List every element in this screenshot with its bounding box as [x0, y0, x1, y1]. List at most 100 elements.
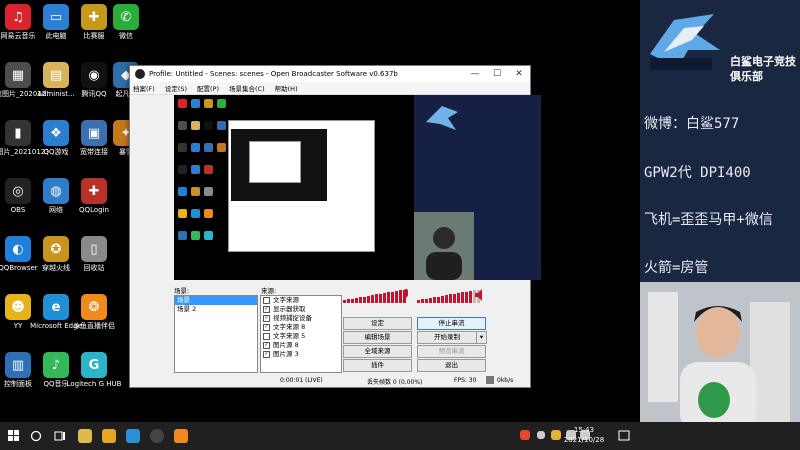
desktop-icon-label: 斗鱼直播伴侣 [73, 322, 115, 330]
source-checkbox[interactable]: ✓ [263, 305, 270, 313]
volume-bar [347, 299, 350, 303]
tray-sogou-icon[interactable] [520, 430, 530, 440]
preview-nested-window-2 [249, 141, 301, 183]
preview-nested-screen [231, 129, 327, 201]
sources-list[interactable]: 文字来源 ✓ 显示器获取 ✓ 视频捕捉设备 ✓ 文字来源 8 文字来源 5 ✓ 图片源 8 ✓ 图片源… [260, 295, 342, 373]
volume-bar [437, 296, 440, 303]
source-checkbox[interactable]: ✓ [263, 350, 270, 358]
volume-bar [425, 298, 428, 303]
edit-scene-button[interactable]: 编辑场景 [343, 331, 412, 344]
search-icon[interactable] [30, 430, 42, 442]
desktop-icon[interactable]: ✚ QQLogin [64, 178, 124, 215]
source-item[interactable]: 文字来源 [261, 296, 341, 305]
menu-scene-collection[interactable]: 场景集合(C) [229, 83, 265, 93]
preview-desktop-icon [191, 99, 200, 108]
source-checkbox[interactable] [263, 332, 270, 340]
preview-desktop-icon [178, 231, 187, 240]
scene-item[interactable]: 场景 2 [175, 305, 257, 314]
global-sources-button[interactable]: 全域来源 [343, 345, 412, 358]
source-checkbox[interactable]: ✓ [263, 314, 270, 322]
preview-desktop-icon [191, 209, 200, 218]
douyu-taskbar-icon[interactable] [174, 429, 188, 443]
desktop-app-icon: ❂ [81, 294, 107, 320]
volume-bar [421, 299, 424, 303]
preview-desktop-icon [178, 143, 187, 152]
source-checkbox[interactable]: ✓ [263, 323, 270, 331]
menu-profile[interactable]: 配置(P) [197, 83, 219, 93]
mic-volume-meter[interactable] [343, 289, 406, 303]
volume-bar [387, 292, 390, 303]
preview-desktop-icon [204, 99, 213, 108]
desktop-icon[interactable]: ❂ 斗鱼直播伴侣 [64, 294, 124, 331]
maximize-icon[interactable]: ☐ [486, 69, 508, 79]
menu-settings[interactable]: 设定(S) [165, 83, 187, 93]
volume-bar [465, 291, 468, 303]
source-label: 文字来源 [273, 296, 299, 304]
preview-desktop-icon [204, 165, 213, 174]
edge-taskbar-icon[interactable] [126, 429, 140, 443]
microphone-icon[interactable] [401, 288, 411, 302]
minimize-icon[interactable]: — [464, 69, 486, 79]
volume-bar [383, 293, 386, 303]
source-item[interactable]: ✓ 文字来源 8 [261, 323, 341, 332]
shark-logo-icon [650, 14, 720, 70]
file-explorer-icon[interactable] [78, 429, 92, 443]
desktop-icon[interactable]: G Logitech G HUB [64, 352, 124, 389]
exit-button[interactable]: 退出 [417, 359, 486, 372]
record-dropdown-button[interactable]: ▾ [476, 331, 487, 344]
obs-window[interactable]: Profile: Untitled - Scenes: scenes - Ope… [129, 65, 541, 388]
preview-desktop-icon [178, 99, 187, 108]
source-item[interactable]: ✓ 视频捕捉设备 [261, 314, 341, 323]
task-view-icon[interactable] [54, 430, 66, 442]
preview-desktop-icon [191, 143, 200, 152]
settings-button[interactable]: 设定 [343, 317, 412, 330]
source-checkbox[interactable]: ✓ [263, 341, 270, 349]
source-item[interactable]: 文字来源 5 [261, 332, 341, 341]
taskbar-clock[interactable]: 15:43 2021/10/28 [554, 425, 614, 445]
scene-item[interactable]: 场景 [175, 296, 257, 305]
volume-bar [457, 293, 460, 303]
source-item[interactable]: ✓ 图片源 8 [261, 341, 341, 350]
source-label: 视频捕捉设备 [273, 314, 312, 322]
preview-stream-button[interactable]: 预览串流 [417, 345, 486, 358]
source-item[interactable]: ✓ 图片源 3 [261, 350, 341, 359]
notification-icon[interactable] [618, 430, 630, 442]
plugins-button[interactable]: 插件 [343, 359, 412, 372]
menu-help[interactable]: 帮助(H) [275, 83, 298, 93]
preview-desktop-icon [178, 187, 187, 196]
speaker-icon[interactable] [474, 288, 486, 302]
obs-titlebar[interactable]: Profile: Untitled - Scenes: scenes - Ope… [130, 66, 530, 82]
obs-taskbar-icon[interactable] [150, 429, 164, 443]
start-record-button[interactable]: 开始录制 [417, 331, 477, 344]
desktop-icon[interactable]: ▯ 回收站 [64, 236, 124, 273]
menu-file[interactable]: 档案(F) [133, 83, 155, 93]
window-title: Profile: Untitled - Scenes: scenes - Ope… [149, 70, 398, 78]
preview-desktop-icon [217, 121, 226, 130]
desktop-icon[interactable]: ✆ 微信 [96, 4, 156, 41]
scenes-label: 场景: [174, 287, 190, 295]
volume-bar [445, 295, 448, 303]
desktop-volume-meter[interactable] [417, 289, 480, 303]
volume-bar [371, 295, 374, 303]
source-checkbox[interactable] [263, 296, 270, 304]
yy-taskbar-icon[interactable] [102, 429, 116, 443]
club-name-line1: 白鲨电子竞技 [730, 55, 796, 68]
tray-up-icon[interactable] [537, 431, 545, 439]
dropped-frames: 丢失帧数 0 (0.00%) [367, 379, 423, 386]
preview-webcam [414, 212, 474, 280]
close-icon[interactable]: ✕ [508, 69, 530, 79]
volume-bar [355, 297, 358, 303]
volume-bar [453, 293, 456, 303]
preview-desktop-icon [178, 209, 187, 218]
volume-bar [343, 300, 346, 303]
stop-stream-button[interactable]: 停止串流 [417, 317, 486, 330]
preview-desktop-icon [204, 121, 213, 130]
volume-bar [375, 294, 378, 303]
source-item[interactable]: ✓ 显示器获取 [261, 305, 341, 314]
source-label: 图片源 8 [273, 341, 299, 349]
scenes-list[interactable]: 场景 场景 2 [174, 295, 258, 373]
volume-bar [469, 290, 472, 303]
volume-bar [461, 292, 464, 303]
desktop-app-icon: ✚ [81, 178, 107, 204]
windows-start-icon[interactable] [8, 430, 20, 442]
